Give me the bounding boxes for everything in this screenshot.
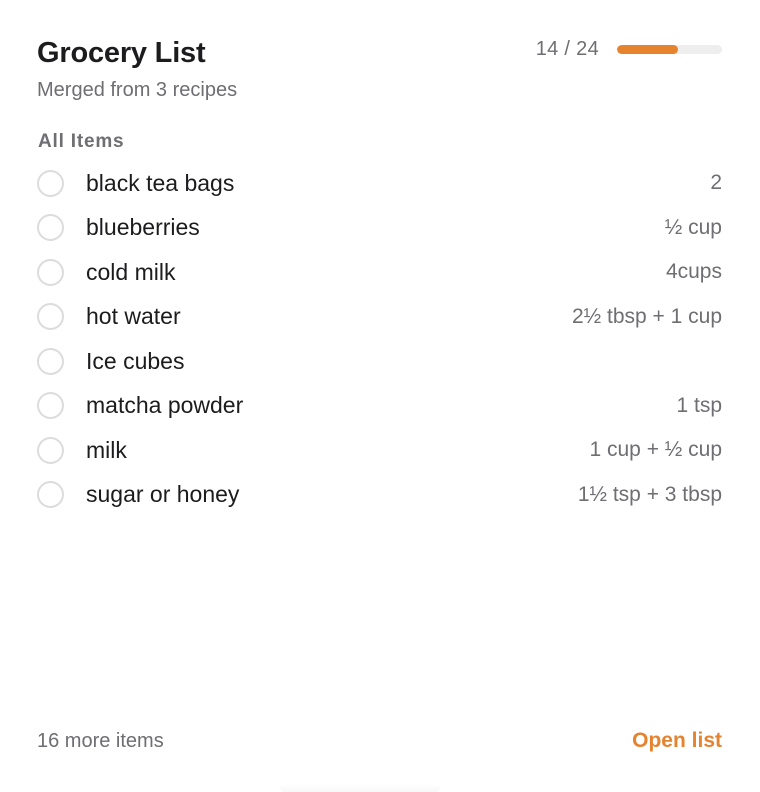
section-title: All Items [38,131,125,152]
item-quantity: 2½ tbsp + 1 cup [571,304,722,328]
item-name: Ice cubes [86,347,185,374]
grocery-list-card: Grocery List Merged from 3 recipes 14 / … [0,0,760,792]
checkbox-circle[interactable] [37,258,64,286]
item-name: sugar or honey [86,481,240,508]
page-title: Grocery List [37,37,206,69]
progress-count: 14 / 24 [535,38,599,60]
page-subtitle: Merged from 3 recipes [37,79,238,101]
progress-bar-fill [617,45,679,54]
list-item: cold milk 4cups [37,250,722,295]
item-name: black tea bags [86,169,235,196]
item-quantity: 1 tsp [676,393,722,417]
item-name: hot water [86,303,181,330]
list-item: milk 1 cup + ½ cup [37,428,722,473]
item-quantity: 1½ tsp + 3 tbsp [577,482,722,506]
list-item: Ice cubes [37,339,722,384]
checkbox-circle[interactable] [37,436,64,464]
checkbox-circle[interactable] [37,214,64,242]
item-name: blueberries [86,214,200,241]
list-item: black tea bags 2 [37,161,722,206]
list-item: matcha powder 1 tsp [37,384,722,429]
item-quantity: ½ cup [664,215,722,239]
item-quantity: 4cups [665,260,722,284]
item-quantity: 1 cup + ½ cup [589,438,722,462]
more-items-count: 16 more items [37,730,164,752]
list-item: hot water 2½ tbsp + 1 cup [37,295,722,340]
item-quantity: 2 [710,171,722,195]
checkbox-circle[interactable] [37,347,64,375]
list-item: sugar or honey 1½ tsp + 3 tbsp [37,473,722,518]
checkbox-circle[interactable] [37,169,64,197]
progress-indicator: 14 / 24 [536,38,722,61]
item-list: black tea bags 2 blueberries ½ cup cold … [37,161,722,517]
item-name: matcha powder [86,392,244,419]
item-name: cold milk [86,258,176,285]
checkbox-circle[interactable] [37,392,64,420]
progress-bar [617,45,722,54]
checkbox-circle[interactable] [37,303,64,331]
item-name: milk [86,436,127,463]
list-item: blueberries ½ cup [37,206,722,251]
checkbox-circle[interactable] [37,481,64,509]
open-list-link[interactable]: Open list [632,729,722,753]
bottom-edge-shadow [280,784,440,792]
